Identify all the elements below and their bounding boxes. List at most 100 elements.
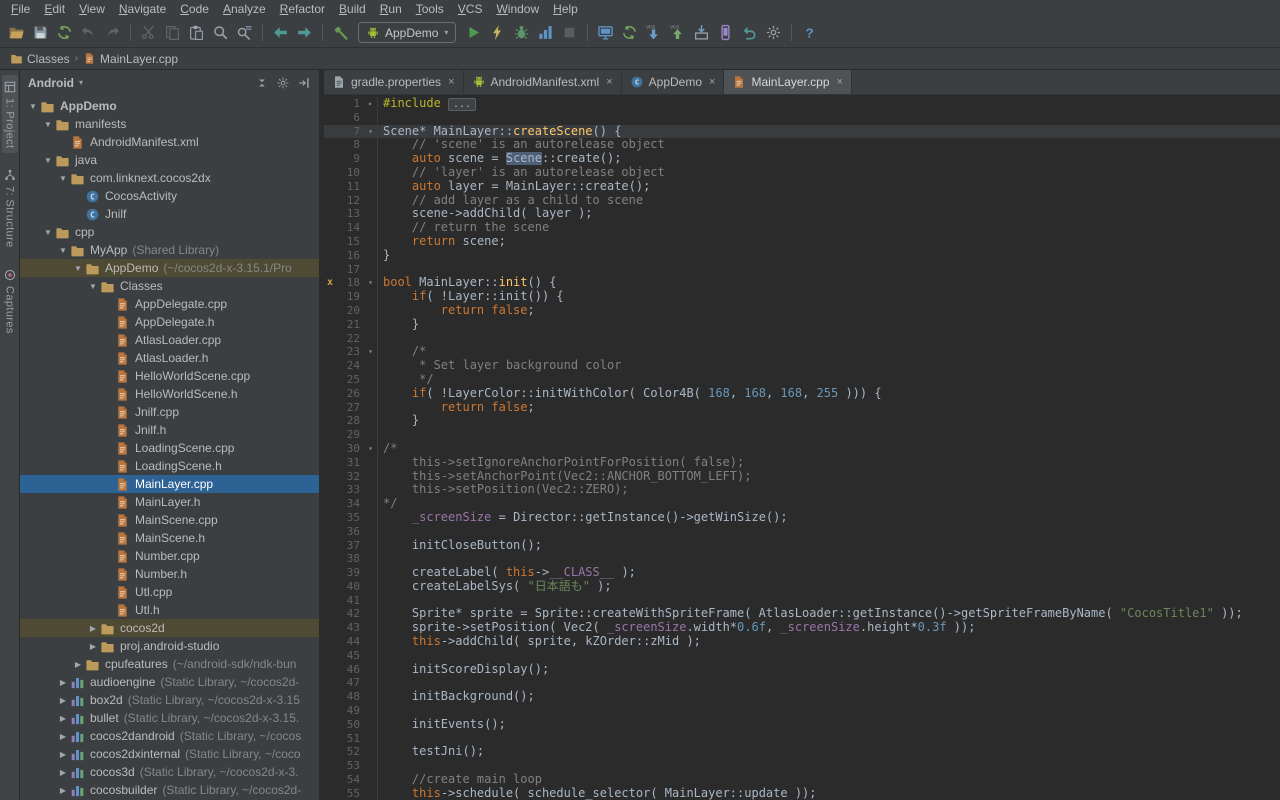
tree-item-appdemo[interactable]: ▼AppDemo(~/cocos2d-x-3.15.1/Pro — [20, 259, 319, 277]
cut-icon[interactable] — [137, 21, 160, 44]
synchronize-icon[interactable] — [53, 21, 76, 44]
code-line[interactable]: 20 return false; — [324, 304, 1280, 318]
replace-icon[interactable] — [233, 21, 256, 44]
code-line[interactable]: 54 //create main loop — [324, 773, 1280, 787]
code-line[interactable]: x18▾bool MainLayer::init() { — [324, 276, 1280, 290]
tree-item-manifests[interactable]: ▼manifests — [20, 115, 319, 133]
tree-item-bullet[interactable]: ▶bullet(Static Library, ~/cocos2d-x-3.15… — [20, 709, 319, 727]
tree-item-loadingscene-h[interactable]: LoadingScene.h — [20, 457, 319, 475]
tree-item-jnilf-cpp[interactable]: Jnilf.cpp — [20, 403, 319, 421]
code-line[interactable]: 15 return scene; — [324, 235, 1280, 249]
code-line[interactable]: 27 return false; — [324, 401, 1280, 415]
tool-window-tab-captures[interactable]: Captures — [2, 263, 18, 339]
code-line[interactable]: 46 initScoreDisplay(); — [324, 663, 1280, 677]
close-icon[interactable]: × — [709, 76, 715, 88]
chevron-expanded-icon[interactable]: ▼ — [41, 156, 55, 165]
code-line[interactable]: 32 this->setAnchorPoint(Vec2::ANCHOR_BOT… — [324, 470, 1280, 484]
chevron-collapsed-icon[interactable]: ▶ — [56, 750, 70, 759]
tree-item-java[interactable]: ▼java — [20, 151, 319, 169]
code-line[interactable]: 48 initBackground(); — [324, 690, 1280, 704]
tree-item-com-linknext-cocos2dx[interactable]: ▼com.linknext.cocos2dx — [20, 169, 319, 187]
sdk-manager-icon[interactable] — [690, 21, 713, 44]
code-line[interactable]: 38 — [324, 552, 1280, 566]
tree-item-jnilf-h[interactable]: Jnilf.h — [20, 421, 319, 439]
code-line[interactable]: 14 // return the scene — [324, 221, 1280, 235]
code-line[interactable]: 52 testJni(); — [324, 745, 1280, 759]
code-line[interactable]: 17 — [324, 263, 1280, 277]
code-line[interactable]: 45 — [324, 649, 1280, 663]
code-line[interactable]: 19 if( !Layer::init()) { — [324, 290, 1280, 304]
tree-item-box2d[interactable]: ▶box2d(Static Library, ~/cocos2d-x-3.15 — [20, 691, 319, 709]
menu-item-build[interactable]: Build — [332, 1, 373, 17]
code-line[interactable]: 47 — [324, 676, 1280, 690]
code-line[interactable]: 12 // add layer as a child to scene — [324, 194, 1280, 208]
menu-item-run[interactable]: Run — [373, 1, 409, 17]
tree-item-loadingscene-cpp[interactable]: LoadingScene.cpp — [20, 439, 319, 457]
close-icon[interactable]: × — [606, 76, 612, 88]
chevron-collapsed-icon[interactable]: ▶ — [56, 786, 70, 795]
chevron-collapsed-icon[interactable]: ▶ — [56, 768, 70, 777]
profile-icon[interactable] — [534, 21, 557, 44]
menu-item-window[interactable]: Window — [489, 1, 546, 17]
tree-item-helloworldscene-cpp[interactable]: HelloWorldScene.cpp — [20, 367, 319, 385]
undo-icon[interactable] — [77, 21, 100, 44]
menu-item-view[interactable]: View — [72, 1, 112, 17]
copy-icon[interactable] — [161, 21, 184, 44]
chevron-expanded-icon[interactable]: ▼ — [26, 102, 40, 111]
fold-marker-icon[interactable]: ▾ — [364, 442, 378, 456]
code-line[interactable]: 21 } — [324, 318, 1280, 332]
tree-item-proj-android-studio[interactable]: ▶proj.android-studio — [20, 637, 319, 655]
menu-item-tools[interactable]: Tools — [409, 1, 451, 17]
tree-item-cocosactivity[interactable]: CCocosActivity — [20, 187, 319, 205]
tree-item-atlasloader-cpp[interactable]: AtlasLoader.cpp — [20, 331, 319, 349]
tree-item-mainscene-cpp[interactable]: MainScene.cpp — [20, 511, 319, 529]
navigate-forward-icon[interactable] — [293, 21, 316, 44]
code-line[interactable]: 37 initCloseButton(); — [324, 539, 1280, 553]
code-area[interactable]: 1▸#include ...67▾Scene* MainLayer::creat… — [324, 95, 1280, 800]
menu-item-vcs[interactable]: VCS — [451, 1, 490, 17]
chevron-expanded-icon[interactable]: ▼ — [56, 174, 70, 183]
tree-item-helloworldscene-h[interactable]: HelloWorldScene.h — [20, 385, 319, 403]
tree-item-number-cpp[interactable]: Number.cpp — [20, 547, 319, 565]
code-line[interactable]: 29 — [324, 428, 1280, 442]
tree-item-atlasloader-h[interactable]: AtlasLoader.h — [20, 349, 319, 367]
tree-item-utl-cpp[interactable]: Utl.cpp — [20, 583, 319, 601]
code-line[interactable]: 55 this->schedule( schedule_selector( Ma… — [324, 787, 1280, 800]
code-line[interactable]: 34*/ — [324, 497, 1280, 511]
code-line[interactable]: 9 auto scene = Scene::create(); — [324, 152, 1280, 166]
code-line[interactable]: 22 — [324, 332, 1280, 346]
chevron-collapsed-icon[interactable]: ▶ — [71, 660, 85, 669]
chevron-expanded-icon[interactable]: ▼ — [56, 246, 70, 255]
menu-item-file[interactable]: File — [4, 1, 37, 17]
tree-item-appdelegate-h[interactable]: AppDelegate.h — [20, 313, 319, 331]
chevron-collapsed-icon[interactable]: ▶ — [86, 642, 100, 651]
code-line[interactable]: 11 auto layer = MainLayer::create(); — [324, 180, 1280, 194]
fold-marker-icon[interactable]: ▸ — [364, 97, 378, 111]
debug-icon[interactable] — [510, 21, 533, 44]
code-line[interactable]: 16} — [324, 249, 1280, 263]
code-line[interactable]: 7▾Scene* MainLayer::createScene() { — [324, 125, 1280, 139]
code-line[interactable]: 28 } — [324, 414, 1280, 428]
menu-item-code[interactable]: Code — [173, 1, 216, 17]
tree-item-myapp[interactable]: ▼MyApp(Shared Library) — [20, 241, 319, 259]
tree-item-cpp[interactable]: ▼cpp — [20, 223, 319, 241]
code-line[interactable]: 30▾/* — [324, 442, 1280, 456]
settings-gear-icon[interactable] — [276, 76, 290, 90]
tree-item-appdelegate-cpp[interactable]: AppDelegate.cpp — [20, 295, 319, 313]
tree-item-cocos2d[interactable]: ▶cocos2d — [20, 619, 319, 637]
gradle-sync-icon[interactable] — [618, 21, 641, 44]
tree-item-cocos2dxinternal[interactable]: ▶cocos2dxinternal(Static Library, ~/coco — [20, 745, 319, 763]
code-line[interactable]: 43 sprite->setPosition( Vec2( _screenSiz… — [324, 621, 1280, 635]
code-line[interactable]: 42 Sprite* sprite = Sprite::createWithSp… — [324, 607, 1280, 621]
tree-item-classes[interactable]: ▼Classes — [20, 277, 319, 295]
avd-manager-icon[interactable] — [714, 21, 737, 44]
redo-icon[interactable] — [101, 21, 124, 44]
tree-item-utl-h[interactable]: Utl.h — [20, 601, 319, 619]
chevron-collapsed-icon[interactable]: ▶ — [56, 696, 70, 705]
vcs-update-icon[interactable]: VCS — [642, 21, 665, 44]
fold-marker-icon[interactable]: ▾ — [364, 125, 378, 139]
hide-panel-icon[interactable] — [297, 76, 311, 90]
tree-item-mainlayer-cpp[interactable]: MainLayer.cpp — [20, 475, 319, 493]
code-line[interactable]: 23▾ /* — [324, 345, 1280, 359]
code-line[interactable]: 8 // 'scene' is an autorelease object — [324, 138, 1280, 152]
